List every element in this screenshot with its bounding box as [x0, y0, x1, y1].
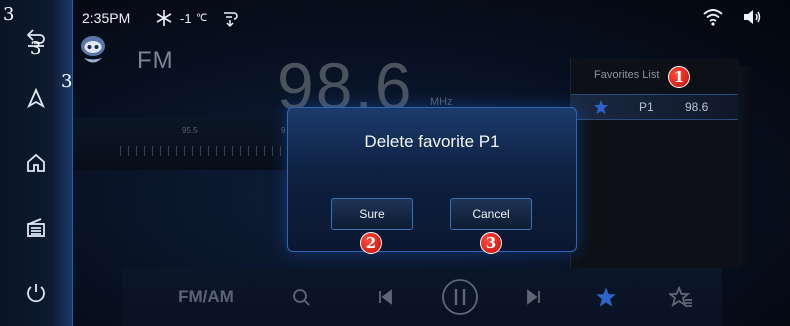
previous-button[interactable] [372, 277, 398, 317]
home-button[interactable] [14, 143, 58, 183]
search-button[interactable] [288, 277, 314, 317]
volume-icon[interactable] [742, 8, 762, 26]
scale-label: 95.5 [182, 126, 198, 135]
wifi-icon [703, 9, 723, 26]
scale-ticks [120, 146, 290, 156]
delete-favorite-dialog: Delete favorite P1 Sure Cancel [287, 107, 577, 252]
power-icon [27, 284, 45, 303]
favorite-star-icon [596, 287, 616, 307]
band-toggle-label: FM/AM [178, 287, 234, 306]
corner-number: 3 [3, 4, 15, 25]
search-icon [293, 289, 310, 306]
home-icon [27, 153, 45, 172]
scale-label: 9 [281, 126, 286, 135]
annotation-badge: 3 [480, 232, 502, 254]
nav-number: 3 [61, 71, 73, 92]
favorite-item[interactable]: P1 98.6 [571, 94, 739, 120]
dialog-title: Delete favorite P1 [364, 132, 500, 151]
star-icon [594, 100, 608, 114]
sure-button[interactable]: Sure [331, 198, 413, 230]
fan-icon[interactable] [221, 8, 241, 28]
pause-button[interactable] [441, 277, 479, 317]
band-label: FM [137, 47, 174, 74]
favorite-frequency: 98.6 [685, 100, 709, 114]
previous-icon [379, 289, 392, 305]
annotation-badge: 1 [668, 66, 690, 88]
next-icon [527, 289, 540, 305]
navigation-icon [27, 87, 45, 109]
favorites-panel: Favorites List P1 98.6 [570, 58, 739, 268]
navigation-button[interactable] [14, 78, 58, 118]
next-button[interactable] [521, 277, 547, 317]
pause-icon [442, 279, 478, 315]
back-number: 3 [30, 38, 42, 59]
annotation-badge: 2 [360, 232, 382, 254]
snowflake-icon [156, 10, 172, 26]
cancel-button[interactable]: Cancel [450, 198, 532, 230]
favorites-list-button[interactable] [667, 277, 695, 317]
band-toggle-button[interactable]: FM/AM [170, 277, 242, 317]
radio-button[interactable] [14, 208, 58, 248]
temperature-unit: ℃ [196, 13, 208, 24]
radio-icon [27, 218, 45, 237]
panel-edge [738, 66, 752, 266]
clock: 2:35PM [82, 10, 131, 26]
favorite-button[interactable] [592, 277, 620, 317]
temperature: -1 [180, 11, 192, 26]
favorite-preset: P1 [639, 100, 654, 114]
power-button[interactable] [14, 273, 58, 313]
avatar[interactable] [78, 33, 108, 69]
favorites-list-icon [669, 286, 692, 308]
favorites-title: Favorites List [594, 69, 660, 81]
